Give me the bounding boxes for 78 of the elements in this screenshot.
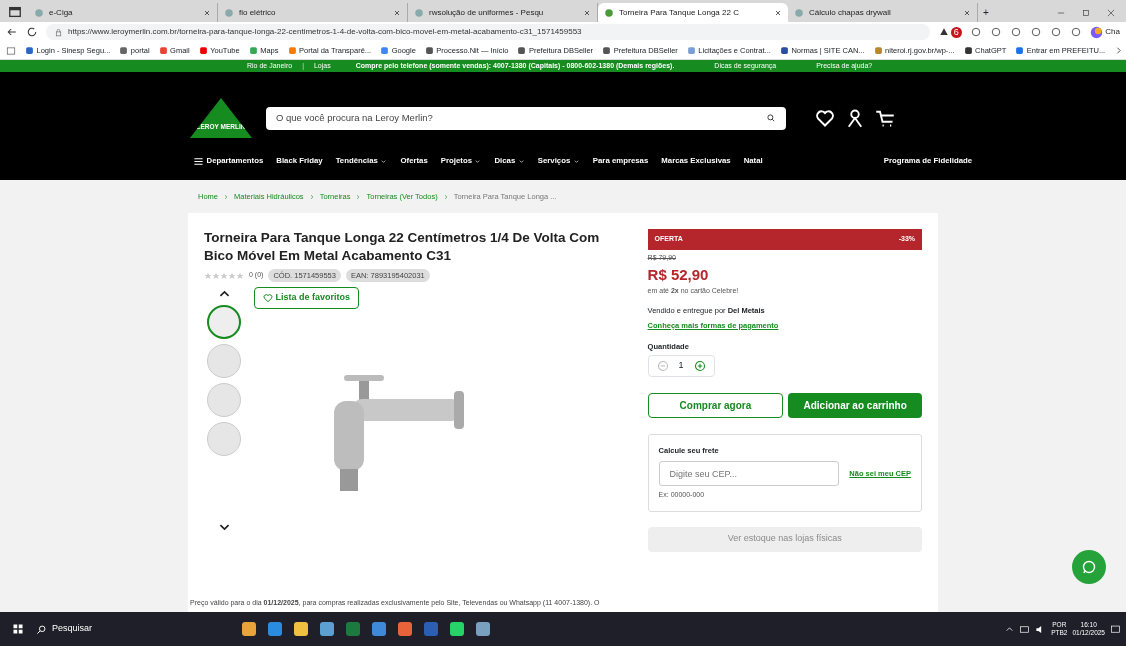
app-icon[interactable] xyxy=(475,621,491,637)
notification-icon[interactable] xyxy=(1110,623,1121,635)
system-tray-icon[interactable] xyxy=(1005,624,1015,634)
restore-icon[interactable] xyxy=(1081,7,1091,18)
copilot-label[interactable]: Cha xyxy=(1105,26,1120,38)
site-icon xyxy=(34,7,44,18)
site-icon xyxy=(248,46,258,55)
notification-badge: 6 xyxy=(950,26,962,38)
app-icon[interactable] xyxy=(397,621,413,637)
menu-icon xyxy=(193,155,204,167)
chevron-right-icon xyxy=(223,193,229,200)
site-icon xyxy=(602,46,612,55)
search-icon[interactable] xyxy=(766,113,776,123)
chat-icon xyxy=(1081,559,1097,575)
app-icon[interactable] xyxy=(267,621,283,637)
close-icon[interactable] xyxy=(1106,7,1116,18)
search-field[interactable]: O que você procura na Leroy Merlin? xyxy=(266,106,786,130)
back-icon[interactable] xyxy=(6,26,18,38)
product-thumbnail[interactable] xyxy=(207,305,241,340)
site-icon xyxy=(380,46,390,55)
site-icon xyxy=(424,46,434,55)
site-icon xyxy=(25,46,34,55)
site-icon xyxy=(604,7,614,18)
copilot-icon[interactable] xyxy=(1089,25,1103,39)
close-icon[interactable] xyxy=(393,8,401,17)
quantity-stepper[interactable]: 1 xyxy=(647,355,715,377)
site-icon xyxy=(158,46,168,55)
user-icon[interactable] xyxy=(845,108,865,128)
cep-input-field[interactable]: Digite seu CEP... xyxy=(658,461,839,486)
chevron-right-icon xyxy=(355,193,362,200)
chevron-right-icon[interactable] xyxy=(1114,46,1124,55)
start-icon[interactable] xyxy=(12,623,24,635)
app-icon[interactable] xyxy=(293,621,309,637)
heart-icon xyxy=(263,293,273,304)
chevron-right-icon xyxy=(308,193,315,200)
add-to-cart-button[interactable]: Adicionar ao carrinho xyxy=(788,392,922,418)
sidebar-icon[interactable] xyxy=(6,45,16,56)
app-icon[interactable] xyxy=(241,621,257,637)
site-icon xyxy=(414,7,424,18)
lock-icon xyxy=(54,27,63,37)
tab-actions-icon[interactable] xyxy=(8,5,22,19)
taskbar-search-field[interactable]: Pesquisar xyxy=(52,622,93,636)
site-icon xyxy=(517,46,527,55)
close-icon[interactable] xyxy=(963,8,971,17)
app-icon[interactable] xyxy=(449,621,465,637)
favorites-button[interactable]: Lista de favoritos xyxy=(254,287,360,309)
site-icon xyxy=(198,46,208,55)
product-title: Torneira Para Tanque Longa 22 Centímetros 1/4 De Volta Com Bico Móvel Em Metal Acabamento C31 xyxy=(204,229,601,265)
product-thumbnail[interactable] xyxy=(207,383,241,418)
site-icon xyxy=(224,7,234,18)
site-icon xyxy=(1015,46,1025,55)
whatsapp-button[interactable] xyxy=(1072,550,1106,584)
site-icon xyxy=(794,7,804,18)
site-icon xyxy=(963,46,973,55)
site-icon xyxy=(686,46,696,55)
buy-now-button[interactable]: Comprar agora xyxy=(647,392,784,418)
close-icon[interactable] xyxy=(583,8,591,17)
app-icon[interactable] xyxy=(319,621,335,637)
refresh-icon[interactable] xyxy=(26,26,38,38)
site-icon xyxy=(119,46,129,55)
app-icon[interactable] xyxy=(371,621,387,637)
product-thumbnail[interactable] xyxy=(207,344,241,379)
plus-icon[interactable] xyxy=(693,360,706,372)
search-icon xyxy=(36,623,47,635)
address-field[interactable]: https://www.leroymerlin.com.br/torneira-para-tanque-longa-22-centimetros-1-4-de-volta-com-bico-movel-em-metal-acabamento-c31_1571459553 xyxy=(46,24,930,40)
close-icon[interactable] xyxy=(203,8,211,17)
site-icon xyxy=(779,46,789,55)
chevron-right-icon xyxy=(442,193,449,200)
site-icon xyxy=(873,46,883,55)
browser-tab[interactable]: Torneira Para Tanque Longa 22 C xyxy=(598,3,788,22)
new-tab-button[interactable]: + xyxy=(978,3,994,22)
heart-icon[interactable] xyxy=(815,108,835,128)
cart-icon[interactable] xyxy=(875,108,895,128)
product-thumbnail[interactable] xyxy=(207,422,241,457)
site-icon xyxy=(287,46,297,55)
quantity-value: 1 xyxy=(678,359,684,373)
price: R$ 52,90 xyxy=(647,264,710,285)
close-icon[interactable] xyxy=(774,8,782,17)
